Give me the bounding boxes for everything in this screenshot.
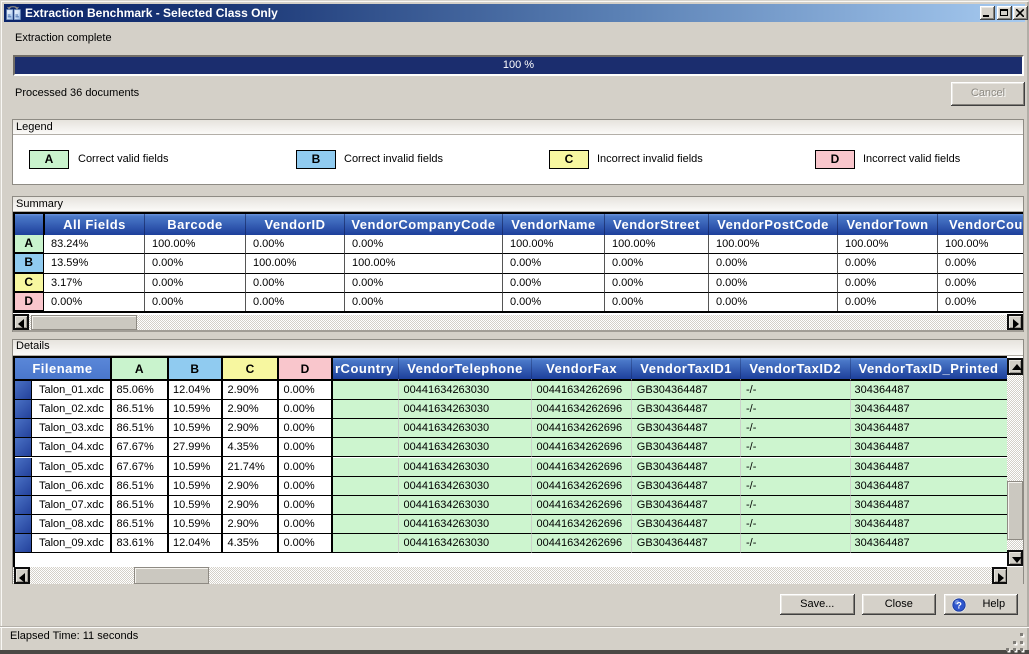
svg-text:?: ? (956, 600, 962, 611)
